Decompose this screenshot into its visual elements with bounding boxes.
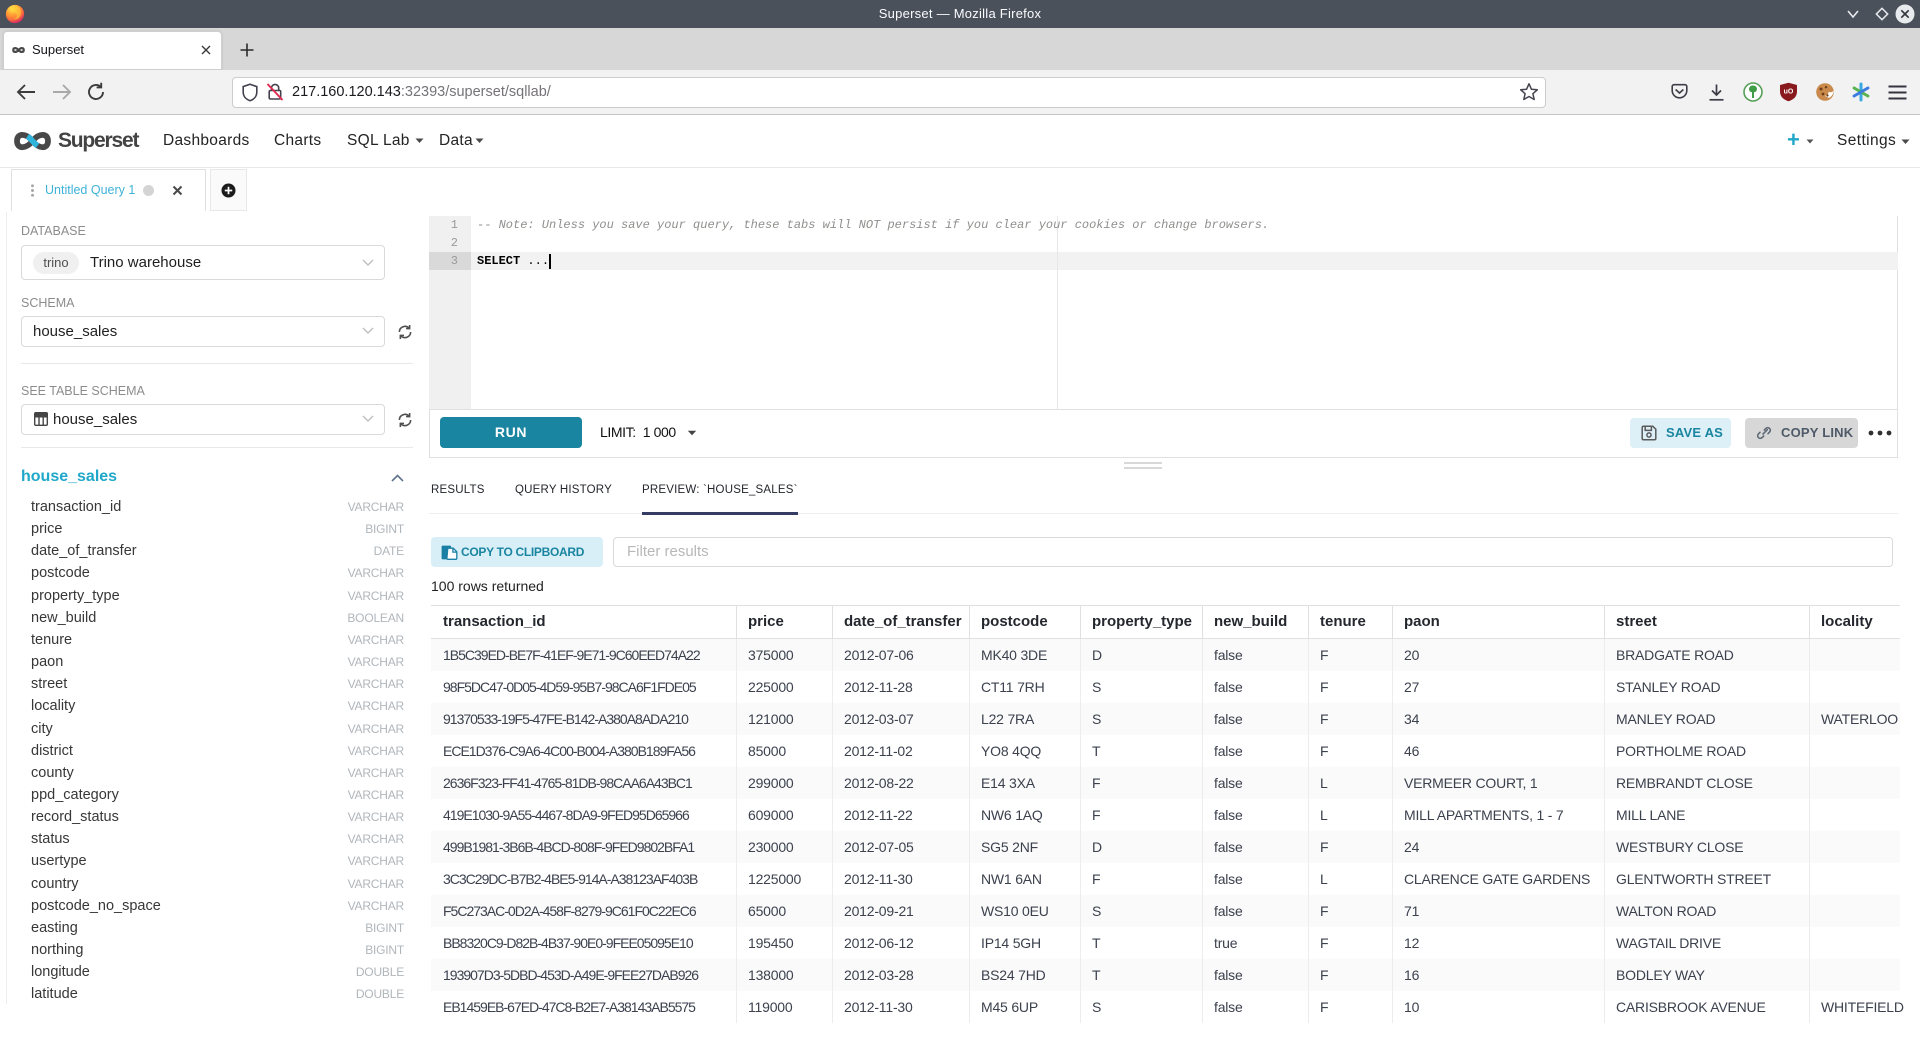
- svg-text:uO: uO: [1784, 89, 1794, 96]
